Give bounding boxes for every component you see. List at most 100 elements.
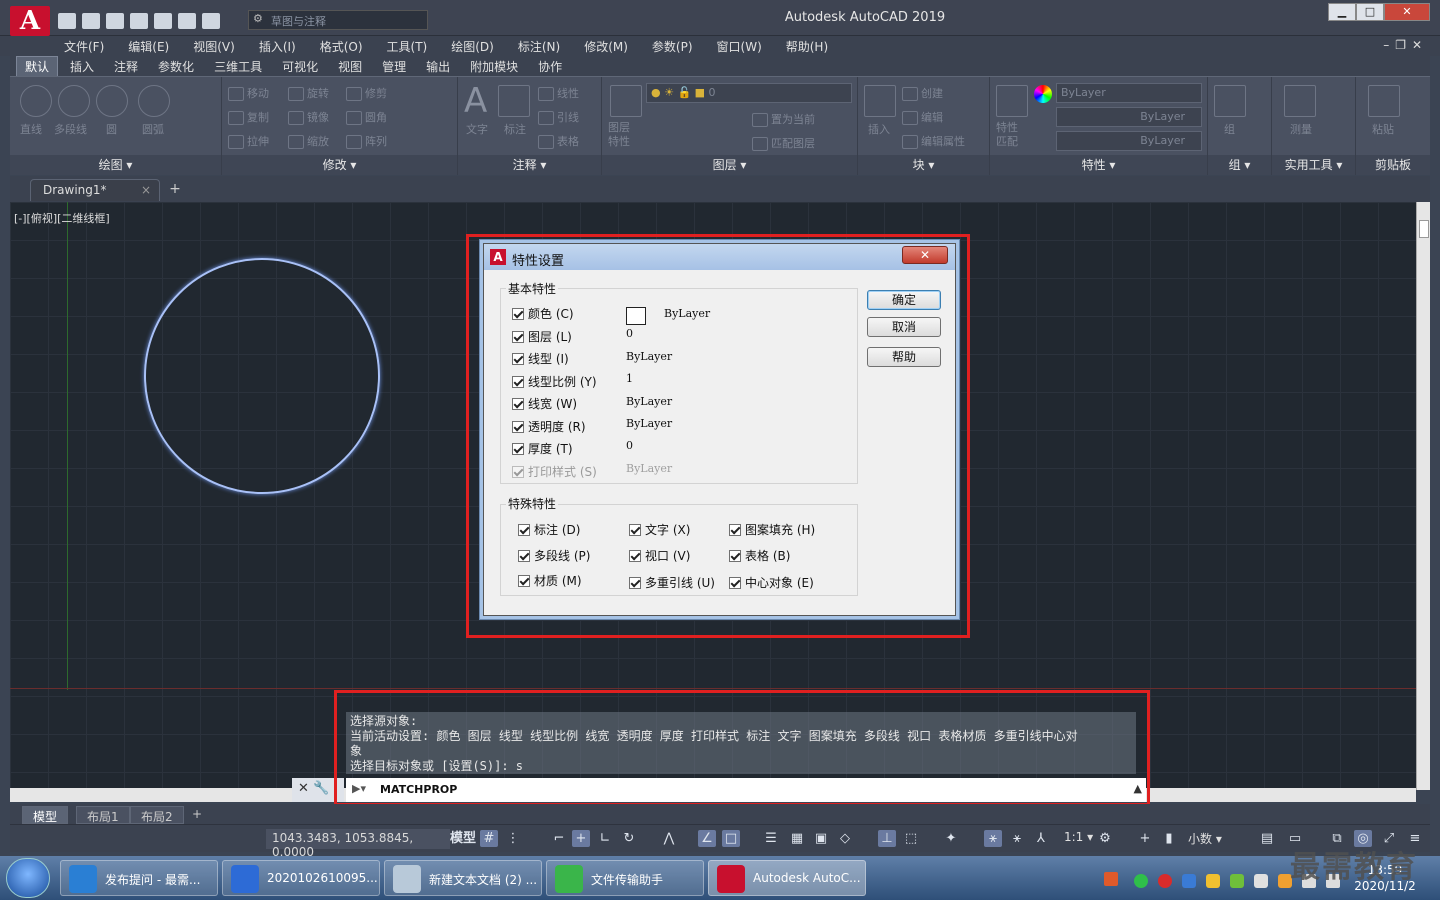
menu-modify[interactable]: 修改(M) [584,38,628,55]
weibo-icon[interactable] [1158,874,1172,888]
tab-visualize[interactable]: 可视化 [274,57,326,76]
open-icon[interactable] [82,13,100,29]
panel-utilities-title[interactable]: 实用工具 ▾ [1272,155,1355,175]
color-wheel-icon[interactable] [1034,85,1052,103]
panel-groups-title[interactable]: 组 ▾ [1208,155,1271,175]
checkbox-layer[interactable]: 图层 (L) [512,328,572,345]
annotation-monitor-icon[interactable]: + [1136,830,1154,847]
tab-3d-tools[interactable]: 三维工具 [206,57,270,76]
menu-help[interactable]: 帮助(H) [786,38,828,55]
ok-button[interactable]: 确定 [867,290,941,310]
scale-button[interactable]: 缩放 [288,133,329,149]
quick-properties-icon[interactable]: ▤ [1258,830,1276,847]
color-select[interactable]: ByLayer [1056,83,1202,103]
measure-icon[interactable] [1284,85,1316,117]
mirror-button[interactable]: 镜像 [288,109,329,125]
document-window-controls[interactable]: –❐✕ [1383,38,1428,52]
annotation-scale-select[interactable]: 1:1 ▾ [1064,830,1093,844]
checkbox-transparency[interactable]: 透明度 (R) [512,418,586,435]
taskbar-item-notepad[interactable]: 新建文本文档 (2) ... [384,860,542,896]
dynamic-input-icon[interactable]: + [572,830,590,847]
save-as-icon[interactable] [130,13,148,29]
annotation-visibility-icon[interactable]: ⚹ [984,830,1002,847]
text-button[interactable]: 文字 [466,121,488,137]
tab-drawing1[interactable]: Drawing1* × [30,179,160,201]
polyline-icon[interactable] [58,85,90,117]
checkbox-linetype-scale[interactable]: 线型比例 (Y) [512,373,597,390]
dynamic-ucs-icon[interactable]: ⊥ [878,830,896,847]
checkbox-center-object[interactable]: 中心对象 (E) [729,574,814,591]
undo-icon[interactable] [178,13,196,29]
taskbar-item-wechat[interactable]: 文件传输助手 [546,860,704,896]
menu-edit[interactable]: 编辑(E) [128,38,169,55]
close-button[interactable]: ✕ [1384,3,1430,21]
tab-layout1[interactable]: 布局1 [76,806,130,824]
menu-file[interactable]: 文件(F) [64,38,104,55]
vertical-scrollbar[interactable] [1416,202,1430,790]
paste-icon[interactable] [1368,85,1400,117]
polar-icon[interactable]: ↻ [620,830,638,847]
maximize-button[interactable]: □ [1356,3,1384,21]
panel-layers-title[interactable]: 图层 ▾ [602,155,857,175]
polyline-button[interactable]: 多段线 [54,121,87,137]
array-button[interactable]: 阵列 [346,133,387,149]
taskbar-item-autocad[interactable]: Autodesk AutoC... [708,860,866,896]
tab-view[interactable]: 视图 [330,57,370,76]
checkbox-dimension[interactable]: 标注 (D) [518,521,580,538]
panel-annotation-title[interactable]: 注释 ▾ [458,155,601,175]
group-button[interactable]: 组 [1224,121,1235,137]
menu-view[interactable]: 视图(V) [193,38,235,55]
flag-icon[interactable] [1254,874,1268,888]
linetype-select[interactable]: ByLayer [1056,107,1202,127]
auto-scale-icon[interactable]: ⚹ [1008,830,1026,847]
menu-dimension[interactable]: 标注(N) [518,38,560,55]
object-snap-tracking-icon[interactable]: ∠ [698,830,716,847]
lineweight-select[interactable]: ByLayer [1056,131,1202,151]
panel-properties-title[interactable]: 特性 ▾ [990,155,1207,175]
stretch-button[interactable]: 拉伸 [228,133,269,149]
leader-button[interactable]: 引线 [538,109,579,125]
minimize-button[interactable]: ▁ [1328,3,1356,21]
gizmo-icon[interactable]: ✦ [942,830,960,847]
trim-button[interactable]: 修剪 [346,85,387,101]
match-properties-button[interactable]: 特性匹配 [996,121,1024,149]
3d-osnap-icon[interactable]: ◇ [836,830,854,847]
checkbox-text[interactable]: 文字 (X) [629,521,690,538]
arc-button[interactable]: 圆弧 [142,121,164,137]
menu-format[interactable]: 格式(O) [320,38,363,55]
insert-block-icon[interactable] [864,85,896,117]
wechat-tray-icon[interactable] [1134,874,1148,888]
cancel-button[interactable]: 取消 [867,317,941,337]
redo-icon[interactable] [202,13,220,29]
ortho-icon[interactable]: ∟ [596,830,614,847]
dialog-close-button[interactable]: ✕ [902,246,948,264]
tab-insert[interactable]: 插入 [62,57,102,76]
layer-properties-button[interactable]: 图层特性 [608,121,636,149]
help-button[interactable]: 帮助 [867,347,941,367]
autocad-logo-icon[interactable]: A [10,6,50,36]
tab-annotate[interactable]: 注释 [106,57,146,76]
menu-window[interactable]: 窗口(W) [717,38,762,55]
checkbox-linetype[interactable]: 线型 (I) [512,350,569,367]
checkbox-table[interactable]: 表格 (B) [729,547,790,564]
line-button[interactable]: 直线 [20,121,42,137]
checkbox-color[interactable]: 颜色 (C) [512,305,574,322]
transparency-icon[interactable]: ▦ [788,830,806,847]
panel-draw-title[interactable]: 绘图 ▾ [10,155,221,175]
checkbox-lineweight[interactable]: 线宽 (W) [512,395,577,412]
shield-icon[interactable] [1182,874,1196,888]
selection-cycling-icon[interactable]: ▣ [812,830,830,847]
match-properties-icon[interactable] [996,85,1028,117]
match-layer-button[interactable]: 匹配图层 [752,135,815,151]
add-layout-button[interactable]: + [182,806,212,824]
checkbox-material[interactable]: 材质 (M) [518,572,582,589]
arc-icon[interactable] [138,85,170,117]
tab-model[interactable]: 模型 [22,806,69,824]
tab-parametric[interactable]: 参数化 [150,57,202,76]
taskbar-item-browser[interactable]: 发布提问 - 最需... [60,860,218,896]
tab-manage[interactable]: 管理 [374,57,414,76]
scroll-thumb[interactable] [1419,220,1429,238]
edit-attributes-button[interactable]: 编辑属性 [902,133,965,149]
start-button[interactable] [6,858,50,898]
selection-filter-icon[interactable]: ⬚ [902,830,920,847]
